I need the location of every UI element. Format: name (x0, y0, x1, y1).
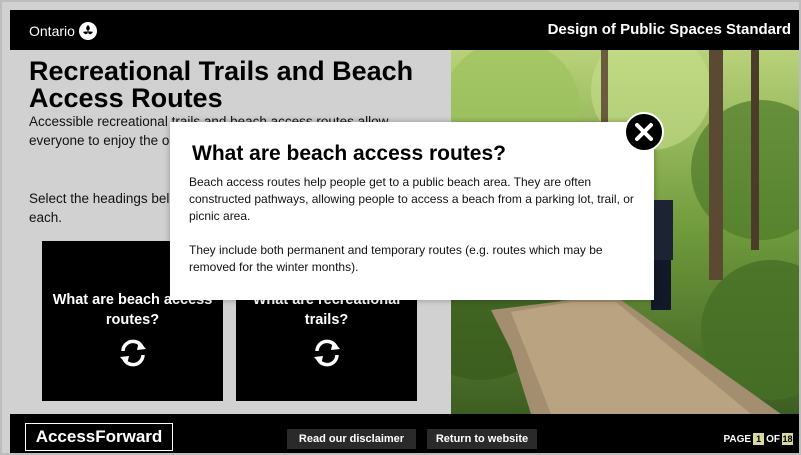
close-button[interactable] (624, 112, 664, 152)
disclaimer-button[interactable]: Read our disclaimer (287, 429, 416, 449)
page-label: PAGE (723, 433, 752, 445)
app-frame: Ontario Design of Public Spaces Standard… (0, 0, 801, 455)
page-of-label: OF (766, 433, 780, 445)
modal-paragraph: They include both permanent and temporar… (189, 243, 603, 274)
page-total: 18 (782, 433, 793, 445)
info-modal: What are beach access routes? Beach acce… (170, 122, 654, 300)
footer-bar: AccessForward Read our disclaimer Return… (10, 414, 799, 453)
page-indicator: PAGE 1 OF 18 (723, 433, 793, 445)
flip-arrows-icon (313, 339, 340, 367)
standard-title: Design of Public Spaces Standard (547, 21, 791, 38)
ontario-logo[interactable]: Ontario (29, 22, 97, 40)
flip-arrows-icon (119, 339, 146, 367)
brand-text: Ontario (29, 23, 75, 39)
return-to-website-button[interactable]: Return to website (427, 429, 537, 449)
header-bar: Ontario Design of Public Spaces Standard (10, 10, 799, 50)
trillium-icon (78, 22, 97, 40)
page-title: Recreational Trails and Beach Access Rou… (29, 56, 414, 113)
modal-title: What are beach access routes? (192, 142, 506, 165)
accessforward-logo[interactable]: AccessForward (25, 423, 173, 451)
page-current: 1 (753, 433, 765, 445)
modal-paragraph: Beach access routes help people get to a… (189, 175, 634, 223)
close-icon (635, 123, 653, 141)
